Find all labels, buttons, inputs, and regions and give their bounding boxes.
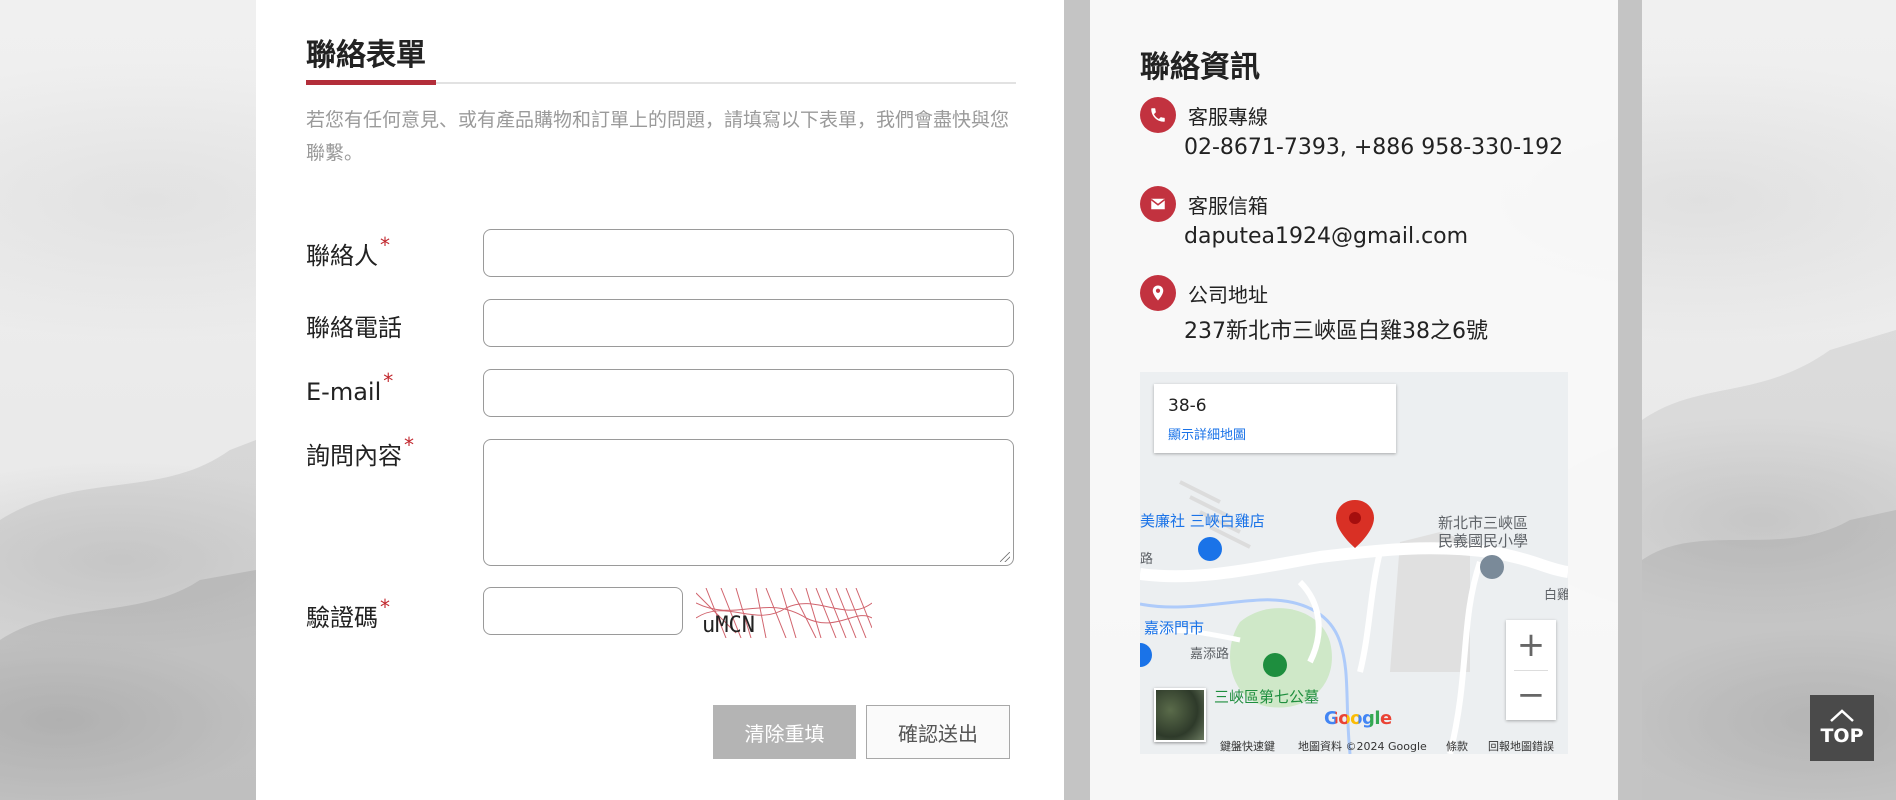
required-mark: * — [380, 233, 390, 257]
map-place-shop[interactable]: 嘉添門市 — [1144, 617, 1204, 638]
map-road-label-west: 路 — [1140, 552, 1154, 567]
map-zoom-control: + − — [1506, 620, 1556, 720]
address-label: 公司地址 — [1188, 283, 1268, 307]
zoom-out-button[interactable]: − — [1506, 670, 1556, 720]
address-value: 237新北市三峽區白雞38之6號 — [1184, 319, 1488, 344]
keyboard-shortcuts-link[interactable]: 鍵盤快速鍵 — [1220, 738, 1275, 754]
email-value[interactable]: daputea1924@gmail.com — [1184, 224, 1468, 249]
required-mark: * — [383, 369, 394, 393]
captcha-input[interactable] — [483, 587, 683, 635]
map-road-label: 嘉添路 — [1190, 647, 1230, 662]
phone-icon — [1140, 97, 1176, 133]
map-place-store[interactable]: 美廉社 三峽白雞店 — [1140, 510, 1265, 531]
map-info-card: 38-6 顯示詳細地圖 — [1154, 384, 1396, 453]
back-to-top-button[interactable]: TOP — [1810, 695, 1874, 761]
required-mark: * — [404, 433, 414, 457]
panel-divider — [1064, 0, 1090, 800]
form-title: 聯絡表單 — [306, 38, 426, 73]
report-map-error-link[interactable]: 回報地圖錯誤 — [1488, 738, 1554, 754]
field-label-contact-person: 聯絡人 * — [306, 233, 390, 270]
title-accent-bar — [306, 80, 436, 85]
phone-label: 客服專線 — [1188, 105, 1268, 129]
inquiry-textarea[interactable] — [483, 439, 1014, 566]
form-intro: 若您有任何意見、或有產品購物和訂單上的問題，請填寫以下表單，我們會盡快與您聯繫。 — [306, 109, 1010, 164]
contact-form-panel: 聯絡表單 若您有任何意見、或有產品購物和訂單上的問題，請填寫以下表單，我們會盡快… — [256, 0, 1064, 800]
info-title: 聯絡資訊 — [1140, 50, 1260, 85]
submit-button[interactable]: 確認送出 — [866, 705, 1010, 759]
phone-input[interactable] — [483, 299, 1014, 347]
panel-edge — [1618, 0, 1642, 800]
terms-link[interactable]: 條款 — [1446, 738, 1468, 754]
map-place-school[interactable]: 民義國民小學 — [1438, 530, 1528, 551]
back-to-top-label: TOP — [1820, 725, 1864, 747]
map-road-label-east: 白雞 — [1544, 588, 1568, 603]
envelope-icon — [1140, 186, 1176, 222]
resize-handle-icon[interactable] — [1000, 552, 1010, 562]
phone-value[interactable]: 02-8671-7393, +886 958-330-192 — [1184, 135, 1563, 160]
captcha-text: uMCN — [702, 613, 755, 638]
field-label-phone: 聯絡電話 — [306, 314, 402, 342]
map-place-cemetery[interactable]: 三峽區第七公墓 — [1214, 686, 1319, 707]
contact-person-input[interactable] — [483, 229, 1014, 277]
chevron-up-icon — [1830, 709, 1854, 722]
field-label-captcha: 驗證碼 * — [306, 595, 390, 632]
map-footer: 鍵盤快速鍵 地圖資料 ©2024 Google 條款 回報地圖錯誤 — [1140, 734, 1568, 754]
field-label-email: E-mail * — [306, 369, 394, 406]
zoom-in-button[interactable]: + — [1506, 620, 1556, 670]
required-mark: * — [380, 595, 390, 619]
contact-info-panel: 聯絡資訊 客服專線 02-8671-7393, +886 958-330-192… — [1090, 0, 1618, 800]
map-card-title: 38-6 — [1168, 396, 1207, 416]
clear-button[interactable]: 清除重填 — [713, 705, 856, 759]
email-input[interactable] — [483, 369, 1014, 417]
embedded-map[interactable]: 38-6 顯示詳細地圖 美廉社 三峽白雞店 新北市三峽區 民義國民小學 嘉添門市… — [1140, 372, 1568, 754]
field-label-inquiry: 詢問內容 * — [306, 433, 414, 470]
location-pin-icon — [1140, 275, 1176, 311]
email-label: 客服信箱 — [1188, 194, 1268, 218]
map-data-attribution: 地圖資料 ©2024 Google — [1298, 740, 1427, 753]
captcha-image: uMCN — [695, 587, 873, 639]
view-larger-map-link[interactable]: 顯示詳細地圖 — [1168, 424, 1246, 443]
google-logo: Google — [1324, 708, 1392, 729]
